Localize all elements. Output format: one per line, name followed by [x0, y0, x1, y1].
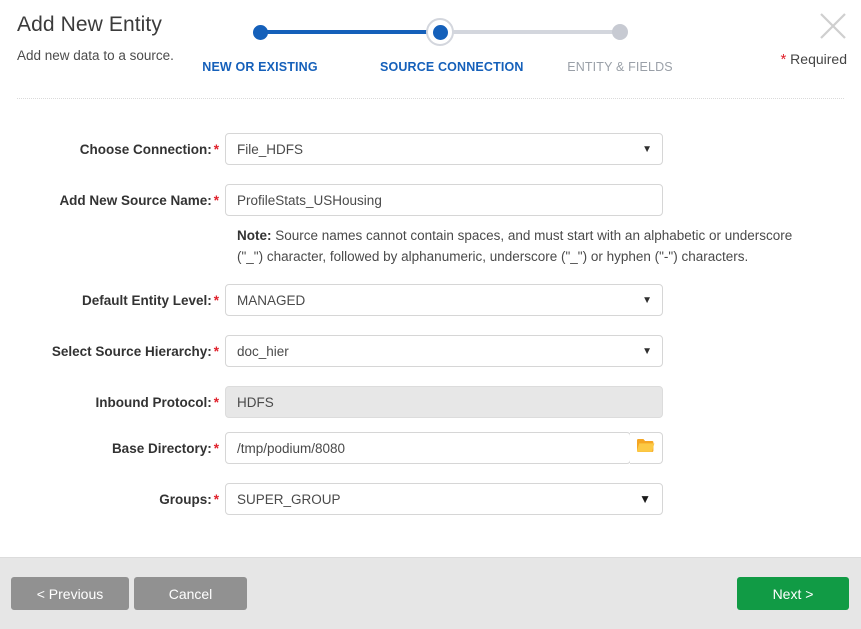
folder-icon [636, 437, 656, 459]
field-row-choose-connection: Choose Connection:* ▼ [0, 133, 663, 165]
select-source-hierarchy[interactable] [225, 335, 663, 367]
dialog-header: Add New Entity Add new data to a source.… [0, 0, 861, 99]
cancel-button[interactable]: Cancel [134, 577, 247, 610]
form-area: Choose Connection:* ▼ Add New Source Nam… [0, 112, 861, 558]
header-divider [17, 98, 844, 99]
step-entity-and-fields[interactable]: ENTITY & FIELDS [560, 18, 680, 74]
label-default-entity-level-text: Default Entity Level: [81, 292, 212, 308]
label-source-hierarchy-star: * [213, 343, 219, 359]
wizard-stepper: NEW OR EXISTING SOURCE CONNECTION ENTITY… [200, 18, 680, 88]
label-inbound-protocol-text: Inbound Protocol: [95, 394, 212, 410]
control-inbound-protocol [225, 386, 663, 418]
next-button[interactable]: Next > [737, 577, 849, 610]
label-default-entity-level-star: * [213, 292, 219, 308]
label-source-hierarchy: Select Source Hierarchy: * [0, 344, 225, 359]
label-choose-connection-text: Choose Connection: [79, 141, 212, 157]
field-row-groups: Groups:* ▼ [0, 483, 663, 515]
step-2-dot [426, 18, 454, 46]
control-source-name [225, 184, 663, 216]
step-1-dot-inner [252, 24, 268, 40]
label-groups-text: Groups: [159, 491, 212, 507]
label-choose-connection-star: * [213, 141, 219, 157]
control-source-hierarchy: ▼ [225, 335, 663, 367]
browse-directory-button[interactable] [630, 432, 663, 464]
label-groups-star: * [213, 491, 219, 507]
label-source-hierarchy-text: Select Source Hierarchy: [51, 343, 212, 359]
step-3-dot-inner [612, 24, 628, 40]
note-prefix: Note: [237, 228, 272, 243]
control-default-entity-level: ▼ [225, 284, 663, 316]
control-choose-connection: ▼ [225, 133, 663, 165]
required-note: * Required [780, 51, 847, 68]
field-row-default-entity-level: Default Entity Level:* ▼ [0, 284, 663, 316]
select-groups[interactable] [225, 483, 663, 515]
label-inbound-protocol: Inbound Protocol: * [0, 395, 225, 410]
select-choose-connection[interactable] [225, 133, 663, 165]
input-base-directory[interactable] [225, 432, 631, 464]
label-source-name-text: Add New Source Name: [59, 192, 212, 208]
step-3-dot [606, 18, 634, 46]
field-row-inbound-protocol: Inbound Protocol: * [0, 386, 663, 418]
step-source-connection[interactable]: SOURCE CONNECTION [380, 18, 524, 74]
field-row-source-hierarchy: Select Source Hierarchy:* ▼ [0, 335, 663, 367]
label-source-name: Add New Source Name: * [0, 193, 225, 208]
close-icon[interactable] [814, 7, 852, 45]
label-base-directory-star: * [213, 440, 219, 456]
step-1-label: NEW OR EXISTING [202, 60, 318, 74]
label-base-directory: Base Directory: * [0, 441, 225, 456]
step-3-label: ENTITY & FIELDS [567, 60, 673, 74]
dialog-footer: < Previous Cancel Next > [0, 557, 861, 629]
field-row-base-directory: Base Directory: * [0, 432, 663, 464]
step-1-dot [246, 18, 274, 46]
source-name-note: Note: Source names cannot contain spaces… [237, 225, 817, 267]
field-row-source-name: Add New Source Name: * [0, 184, 663, 216]
control-base-directory [225, 432, 663, 464]
label-groups: Groups: * [0, 492, 225, 507]
page-title: Add New Entity [17, 13, 162, 36]
label-source-name-star: * [213, 192, 219, 208]
previous-button[interactable]: < Previous [11, 577, 129, 610]
required-label: Required [790, 51, 847, 67]
select-default-entity-level[interactable] [225, 284, 663, 316]
step-2-label: SOURCE CONNECTION [380, 60, 524, 74]
label-choose-connection: Choose Connection: * [0, 142, 225, 157]
label-default-entity-level: Default Entity Level: * [0, 293, 225, 308]
label-base-directory-text: Base Directory: [111, 440, 212, 456]
input-inbound-protocol [225, 386, 663, 418]
control-groups: ▼ [225, 483, 663, 515]
title-block: Add New Entity Add new data to a source. [17, 12, 174, 64]
page-subtitle: Add new data to a source. [17, 48, 174, 63]
required-asterisk: * [780, 51, 787, 68]
note-text: Source names cannot contain spaces, and … [237, 228, 793, 264]
step-new-or-existing[interactable]: NEW OR EXISTING [200, 18, 320, 74]
label-inbound-protocol-star: * [213, 394, 219, 410]
input-source-name[interactable] [225, 184, 663, 216]
step-2-dot-inner [432, 24, 448, 40]
